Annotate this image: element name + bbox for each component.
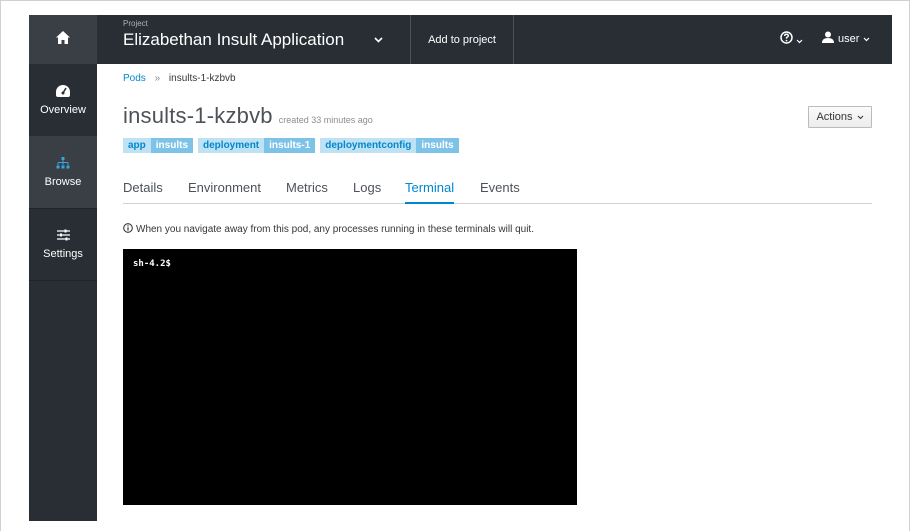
pod-tabs: Details Environment Metrics Logs Termina… [123,180,872,204]
actions-label: Actions [816,111,853,123]
chevron-down-icon [857,111,864,123]
label-value[interactable]: insults-1 [264,138,316,153]
tab-events[interactable]: Events [480,180,520,202]
project-selector[interactable]: Project Elizabethan Insult Application [123,19,344,51]
project-name: Elizabethan Insult Application [123,30,345,49]
info-icon [123,223,133,236]
frame-top-border [0,0,910,1]
sidebar: Overview Browse Settings [29,64,97,521]
label-key[interactable]: deployment [198,138,265,153]
breadcrumb-current: insults-1-kzbvb [168,73,236,84]
home-icon [56,30,70,49]
label-deploymentconfig[interactable]: deploymentconfig insults [320,138,459,153]
sidebar-item-overview[interactable]: Overview [29,64,97,137]
pod-labels: app insults deployment insults-1 deploym… [123,138,459,153]
tab-terminal[interactable]: Terminal [405,180,455,204]
terminal-window[interactable]: sh-4.2$ [123,249,577,505]
label-value[interactable]: insults [150,138,194,153]
label-value[interactable]: insults [416,138,459,153]
breadcrumb-pods-link[interactable]: Pods [123,73,146,84]
user-icon [822,31,834,46]
sidebar-item-browse[interactable]: Browse [29,136,97,209]
frame-left-border [0,0,1,531]
actions-button[interactable]: Actions [808,106,872,128]
help-menu[interactable] [780,31,803,49]
label-key[interactable]: app [123,138,151,153]
user-name: user [838,32,860,45]
terminal-notice: When you navigate away from this pod, an… [123,223,534,236]
user-menu[interactable]: user [822,31,870,46]
sidebar-item-label: Settings [43,247,83,260]
chevron-down-icon [863,33,870,45]
label-key[interactable]: deploymentconfig [320,138,417,153]
breadcrumb-separator: » [154,73,161,84]
home-button[interactable] [29,15,97,64]
tab-details[interactable]: Details [123,180,163,202]
label-app[interactable]: app insults [123,138,194,153]
created-timestamp: created 33 minutes ago [278,115,373,125]
add-to-project-button[interactable]: Add to project [410,15,514,64]
chevron-down-icon [796,31,803,49]
label-deployment[interactable]: deployment insults-1 [198,138,316,153]
dashboard-icon [56,84,70,100]
sitemap-icon [56,156,70,172]
tab-metrics[interactable]: Metrics [286,180,328,202]
tab-logs[interactable]: Logs [353,180,381,202]
chevron-down-icon[interactable] [374,30,383,48]
sidebar-item-settings[interactable]: Settings [29,208,97,281]
breadcrumb: Pods » insults-1-kzbvb [123,73,236,84]
project-caption: Project [123,19,148,28]
page-header: insults-1-kzbvb created 33 minutes ago [123,103,373,129]
sidebar-item-label: Browse [44,175,82,188]
notice-text: When you navigate away from this pod, an… [136,224,534,235]
top-navbar: Project Elizabethan Insult Application A… [29,15,892,64]
terminal-prompt: sh-4.2$ [133,259,171,269]
sidebar-item-label: Overview [40,103,86,116]
page-title: insults-1-kzbvb [123,103,273,128]
tab-environment[interactable]: Environment [188,180,261,202]
help-icon [780,31,793,49]
sliders-icon [56,229,70,244]
